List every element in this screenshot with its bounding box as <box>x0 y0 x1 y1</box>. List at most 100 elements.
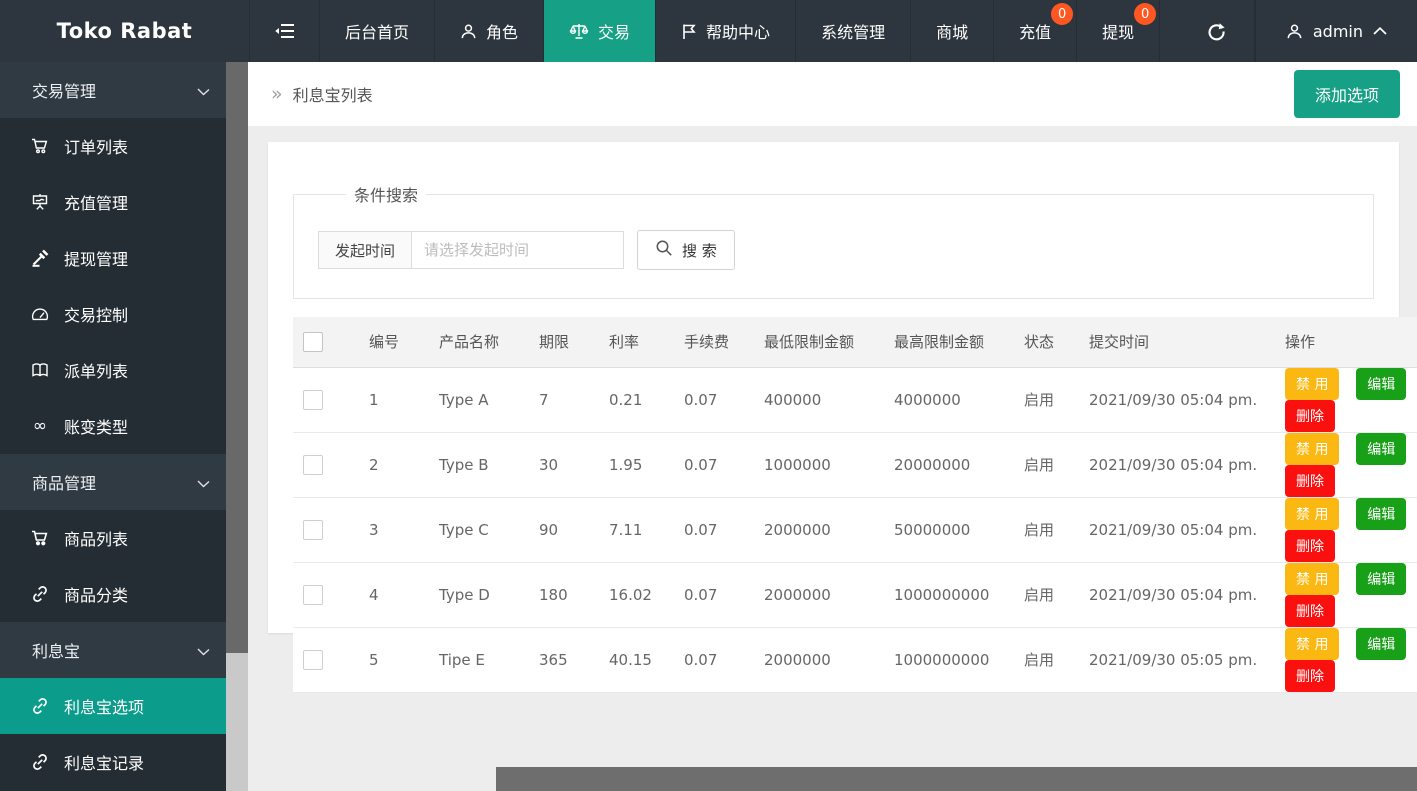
disable-button[interactable]: 禁 用 <box>1285 368 1339 400</box>
cell-min-limit: 400000 <box>754 367 884 432</box>
sidebar-group-trade-management[interactable]: 交易管理 <box>0 62 226 118</box>
cell-max-limit: 1000000000 <box>884 562 1014 627</box>
admin-menu[interactable]: admin <box>1255 0 1417 62</box>
start-time-input-group: 发起时间 <box>318 231 624 269</box>
link-icon <box>30 585 50 603</box>
gauge-icon <box>30 305 50 323</box>
cell-fee: 0.07 <box>674 432 754 497</box>
nav-item-home[interactable]: 后台首页 <box>320 0 435 62</box>
sidebar-item-label: 利息宝记录 <box>64 750 144 774</box>
sidebar-item-interest-records[interactable]: 利息宝记录 <box>0 734 226 790</box>
sidebar-toggle-button[interactable] <box>250 0 320 62</box>
disable-button[interactable]: 禁 用 <box>1285 498 1339 530</box>
sidebar-item-product-list[interactable]: 商品列表 <box>0 510 226 566</box>
col-header-max-limit: 最高限制金额 <box>884 317 1014 367</box>
disable-button[interactable]: 禁 用 <box>1285 563 1339 595</box>
sidebar-item-product-category[interactable]: 商品分类 <box>0 566 226 622</box>
sidebar-item-account-change-type[interactable]: ∞ 账变类型 <box>0 398 226 454</box>
nav-item-system[interactable]: 系统管理 <box>796 0 911 62</box>
cell-max-limit: 4000000 <box>884 367 1014 432</box>
nav-item-trade[interactable]: 交易 <box>544 0 656 62</box>
sidebar-item-label: 账变类型 <box>64 414 128 438</box>
delete-button[interactable]: 删除 <box>1285 595 1335 627</box>
chevron-down-icon <box>197 81 210 100</box>
sidebar-group-label: 交易管理 <box>32 78 96 102</box>
row-checkbox[interactable] <box>303 585 323 605</box>
search-legend: 条件搜索 <box>346 182 426 206</box>
sidebar-group-interest-treasure[interactable]: 利息宝 <box>0 622 226 678</box>
sidebar-item-trade-control[interactable]: 交易控制 <box>0 286 226 342</box>
row-checkbox[interactable] <box>303 390 323 410</box>
breadcrumb: » 利息宝列表 添加选项 <box>248 62 1417 126</box>
row-checkbox[interactable] <box>303 520 323 540</box>
start-time-input[interactable] <box>412 231 624 269</box>
cell-rate: 7.11 <box>599 497 674 562</box>
cell-max-limit: 20000000 <box>884 432 1014 497</box>
sidebar-item-interest-options[interactable]: 利息宝选项 <box>0 678 226 734</box>
nav-item-withdraw[interactable]: 提现 0 <box>1077 0 1160 62</box>
cell-term: 30 <box>529 432 599 497</box>
disable-button[interactable]: 禁 用 <box>1285 433 1339 465</box>
horizontal-scrollbar-thumb[interactable] <box>496 767 1417 791</box>
chevron-down-icon <box>197 641 210 660</box>
col-header-fee: 手续费 <box>674 317 754 367</box>
sidebar-item-order-list[interactable]: 订单列表 <box>0 118 226 174</box>
sidebar-item-recharge-management[interactable]: 充值管理 <box>0 174 226 230</box>
main-content: » 利息宝列表 添加选项 条件搜索 发起时间 搜 索 <box>248 62 1417 791</box>
table-row: 1 Type A 7 0.21 0.07 400000 4000000 启用 2… <box>293 367 1417 432</box>
cell-fee: 0.07 <box>674 562 754 627</box>
cell-min-limit: 2000000 <box>754 497 884 562</box>
nav-item-mall[interactable]: 商城 <box>911 0 994 62</box>
cell-status: 启用 <box>1014 627 1079 692</box>
nav-item-help-center[interactable]: 帮助中心 <box>656 0 796 62</box>
cell-id: 3 <box>359 497 429 562</box>
table-row: 3 Type C 90 7.11 0.07 2000000 50000000 启… <box>293 497 1417 562</box>
vertical-scrollbar[interactable] <box>226 62 248 791</box>
col-header-term: 期限 <box>529 317 599 367</box>
cell-status: 启用 <box>1014 497 1079 562</box>
row-checkbox[interactable] <box>303 455 323 475</box>
sidebar-item-label: 利息宝选项 <box>64 694 144 718</box>
top-navbar: Toko Rabat 后台首页 角色 交易 帮助中心 系统管理 商城 充值 0 … <box>0 0 1417 62</box>
search-button-label: 搜 索 <box>682 240 717 261</box>
cell-max-limit: 1000000000 <box>884 627 1014 692</box>
cell-fee: 0.07 <box>674 497 754 562</box>
cell-min-limit: 2000000 <box>754 627 884 692</box>
vertical-scrollbar-thumb[interactable] <box>226 62 248 653</box>
add-option-button[interactable]: 添加选项 <box>1294 70 1400 118</box>
delete-button[interactable]: 删除 <box>1285 660 1335 692</box>
sidebar-group-product-management[interactable]: 商品管理 <box>0 454 226 510</box>
edit-button[interactable]: 编辑 <box>1356 368 1406 400</box>
cell-min-limit: 1000000 <box>754 432 884 497</box>
edit-button[interactable]: 编辑 <box>1356 433 1406 465</box>
nav-item-recharge[interactable]: 充值 0 <box>994 0 1077 62</box>
content-card: 条件搜索 发起时间 搜 索 <box>268 142 1399 633</box>
nav-item-label: 交易 <box>598 19 630 43</box>
delete-button[interactable]: 删除 <box>1285 465 1335 497</box>
sidebar-item-withdraw-management[interactable]: 提现管理 <box>0 230 226 286</box>
refresh-button[interactable] <box>1179 0 1255 62</box>
sidebar-item-label: 商品列表 <box>64 526 128 550</box>
nav-item-roles[interactable]: 角色 <box>435 0 544 62</box>
infinity-icon: ∞ <box>30 418 50 435</box>
cell-product-name: Type B <box>429 432 529 497</box>
delete-button[interactable]: 删除 <box>1285 530 1335 562</box>
delete-button[interactable]: 删除 <box>1285 400 1335 432</box>
select-all-checkbox[interactable] <box>303 332 323 352</box>
cell-fee: 0.07 <box>674 627 754 692</box>
search-icon <box>655 239 673 261</box>
sidebar-item-label: 提现管理 <box>64 246 128 270</box>
horizontal-scrollbar[interactable] <box>496 767 1417 791</box>
col-header-id: 编号 <box>359 317 429 367</box>
row-checkbox[interactable] <box>303 650 323 670</box>
edit-button[interactable]: 编辑 <box>1356 563 1406 595</box>
edit-button[interactable]: 编辑 <box>1356 498 1406 530</box>
page-title: 利息宝列表 <box>293 82 373 106</box>
chevron-up-icon <box>1373 27 1387 35</box>
sidebar-item-dispatch-list[interactable]: 派单列表 <box>0 342 226 398</box>
search-button[interactable]: 搜 索 <box>637 230 735 270</box>
table-body: 1 Type A 7 0.21 0.07 400000 4000000 启用 2… <box>293 367 1417 692</box>
person-icon <box>1286 23 1303 40</box>
edit-button[interactable]: 编辑 <box>1356 628 1406 660</box>
disable-button[interactable]: 禁 用 <box>1285 628 1339 660</box>
